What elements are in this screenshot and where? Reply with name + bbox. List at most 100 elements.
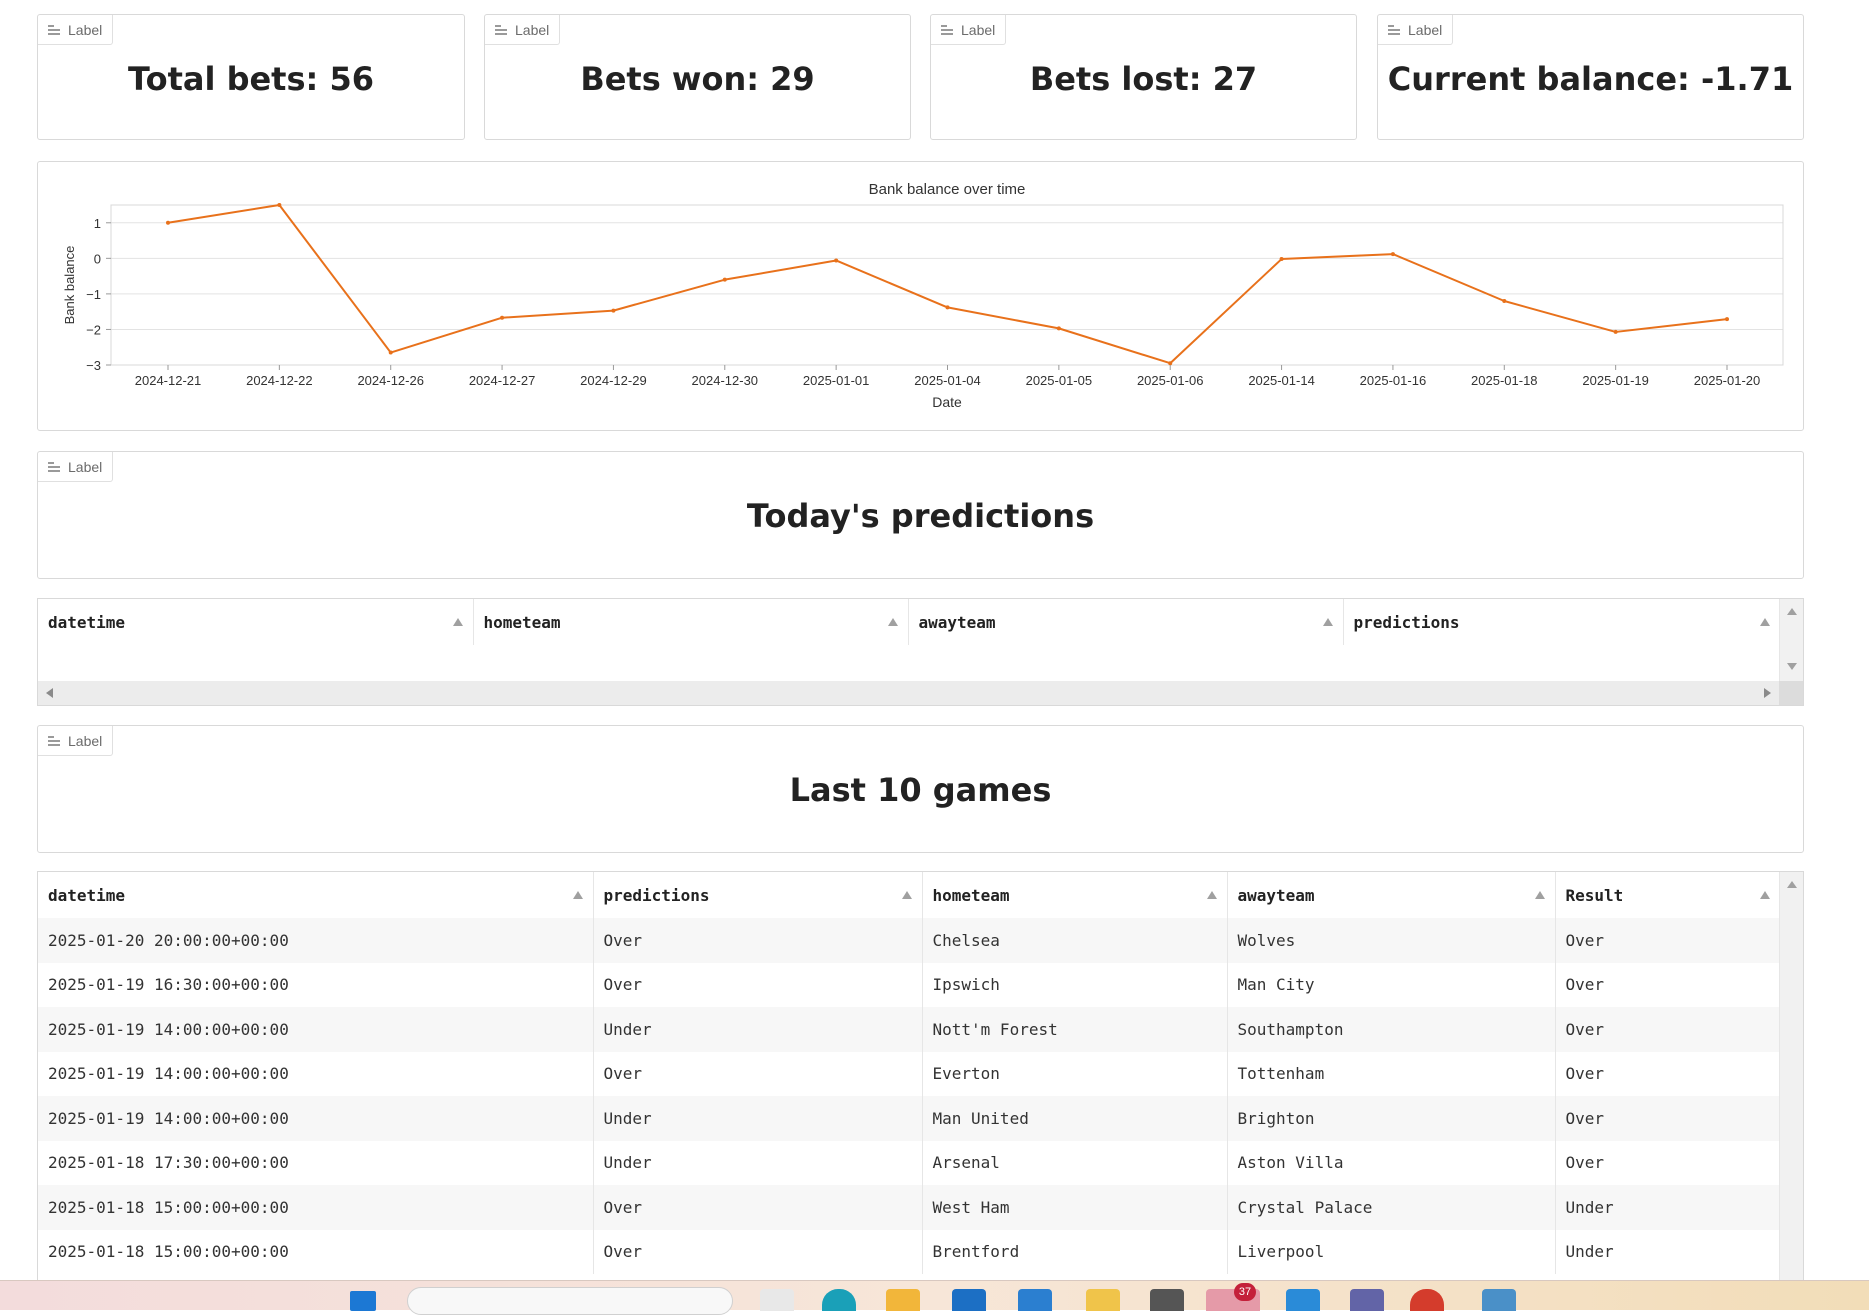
table-row[interactable]: 2025-01-19 16:30:00+00:00 Over Ipswich Man … — [38, 962, 1780, 1007]
y-tick-label: −1 — [86, 287, 101, 302]
table-row[interactable]: 2025-01-18 15:00:00+00:00 Over West Ham Cry… — [38, 1185, 1780, 1230]
taskview-icon[interactable] — [760, 1289, 794, 1311]
table-cell: Under — [1565, 1197, 1614, 1217]
sort-arrow-icon[interactable] — [572, 891, 583, 899]
start-button-icon[interactable] — [350, 1291, 376, 1311]
table-cell: Over — [1565, 1108, 1605, 1128]
column-header-hometeam[interactable]: hometeam — [922, 872, 1228, 918]
store-icon[interactable] — [952, 1289, 986, 1311]
last-10-games-table[interactable]: datetime predictions hometeam awayteam Resul… — [37, 871, 1804, 1280]
chrome-icon[interactable] — [1410, 1289, 1444, 1311]
sort-arrow-icon[interactable] — [1206, 891, 1217, 899]
table-cell: Man City — [1227, 962, 1556, 1007]
column-header-awayteam[interactable]: awayteam — [908, 599, 1344, 645]
column-header-datetime[interactable]: datetime — [38, 599, 474, 645]
table-row[interactable]: 2025-01-18 17:30:00+00:00 Under Arsenal Ast… — [38, 1140, 1780, 1185]
balance-data-point — [722, 277, 727, 282]
horizontal-scrollbar[interactable] — [38, 681, 1779, 705]
todays-predictions-table[interactable]: datetime hometeam awayteam predictions — [37, 598, 1804, 706]
balance-data-point — [166, 220, 170, 225]
table-cell: Arsenal — [922, 1140, 1228, 1185]
label-icon — [495, 24, 507, 36]
vertical-scrollbar[interactable] — [1779, 599, 1803, 681]
vscode-icon[interactable] — [1286, 1289, 1320, 1311]
table-header-row: datetime hometeam awayteam predictions — [38, 599, 1780, 645]
teams-icon[interactable] — [1350, 1289, 1384, 1311]
scroll-right-arrow-icon[interactable] — [1764, 688, 1771, 698]
sort-arrow-icon[interactable] — [901, 891, 912, 899]
balance-data-point — [1725, 317, 1729, 322]
table-cell: 2025-01-18 15:00:00+00:00 — [38, 1229, 594, 1274]
balance-data-point — [1279, 257, 1284, 262]
sort-arrow-icon[interactable] — [1760, 618, 1770, 626]
table-row[interactable]: 2025-01-18 15:00:00+00:00 Over Brentford Li… — [38, 1229, 1780, 1274]
table-row[interactable]: 2025-01-19 14:00:00+00:00 Under Nott'm For… — [38, 1007, 1780, 1052]
column-header-result[interactable]: Result — [1555, 872, 1780, 918]
y-axis-label: Bank balance — [62, 246, 77, 325]
table-cell: Under — [1565, 1242, 1614, 1262]
scroll-up-arrow-icon[interactable] — [1787, 608, 1797, 615]
column-header-hometeam[interactable]: hometeam — [473, 599, 909, 645]
vertical-scrollbar[interactable] — [1779, 872, 1803, 1280]
stat-card-current-balance: Label Current balance: -1.71 — [1377, 14, 1804, 140]
calculator-icon[interactable] — [1482, 1289, 1516, 1311]
scrollbar-corner — [1779, 681, 1803, 705]
table-row[interactable]: 2025-01-20 20:00:00+00:00 Over Chelsea Wolv… — [38, 918, 1780, 963]
sort-arrow-icon[interactable] — [1534, 891, 1545, 899]
edge-browser-icon[interactable] — [822, 1289, 856, 1311]
folder-icon[interactable] — [1086, 1289, 1120, 1311]
label-tag: Label — [485, 15, 561, 45]
label-tag-text: Label — [515, 21, 550, 38]
balance-data-point — [277, 203, 282, 207]
sort-arrow-icon[interactable] — [887, 618, 898, 626]
column-header-label: Result — [1565, 885, 1624, 905]
scroll-left-arrow-icon[interactable] — [46, 688, 53, 698]
balance-data-point — [1390, 252, 1395, 257]
table-cell: Southampton — [1227, 1007, 1556, 1052]
label-icon — [48, 735, 60, 747]
table-row[interactable]: 2025-01-19 14:00:00+00:00 Over Everton Tott… — [38, 1051, 1780, 1096]
table-cell: Over — [1565, 1153, 1605, 1173]
sort-arrow-icon[interactable] — [1322, 618, 1333, 626]
label-icon — [48, 24, 60, 36]
table-cell: 2025-01-20 20:00:00+00:00 — [38, 918, 594, 963]
column-header-predictions[interactable]: predictions — [593, 872, 923, 918]
table-cell: Tottenham — [1227, 1051, 1556, 1096]
table-row[interactable]: 2025-01-19 14:00:00+00:00 Under Man United… — [38, 1096, 1780, 1141]
table-cell: Man United — [922, 1096, 1228, 1141]
scroll-up-arrow-icon[interactable] — [1787, 881, 1797, 888]
table-cell: Over — [1565, 930, 1605, 950]
column-header-label: datetime — [48, 885, 126, 905]
label-tag-text: Label — [1408, 21, 1443, 38]
column-header-datetime[interactable]: datetime — [38, 872, 594, 918]
x-tick-label: 2025-01-20 — [1694, 373, 1761, 388]
todays-predictions-card: Label Today's predictions — [37, 451, 1804, 579]
table-cell: 2025-01-19 14:00:00+00:00 — [38, 1051, 594, 1096]
column-header-predictions[interactable]: predictions — [1343, 599, 1780, 645]
label-icon — [1388, 24, 1400, 36]
sort-arrow-icon[interactable] — [1760, 891, 1770, 899]
scroll-down-arrow-icon[interactable] — [1787, 663, 1797, 670]
table-cell: Over — [1565, 1019, 1605, 1039]
terminal-icon[interactable] — [1150, 1289, 1184, 1311]
balance-data-point — [834, 258, 839, 263]
stat-card-bets-lost: Label Bets lost: 27 — [930, 14, 1357, 140]
table-cell: Over — [593, 918, 923, 963]
table-cell: Over — [1565, 975, 1605, 995]
table-cell: Under — [593, 1140, 923, 1185]
label-tag: Label — [38, 15, 114, 45]
x-tick-label: 2025-01-16 — [1360, 373, 1427, 388]
chart-title: Bank balance over time — [869, 181, 1026, 198]
x-tick-label: 2024-12-26 — [357, 373, 424, 388]
todays-predictions-title: Today's predictions — [746, 497, 1095, 535]
bank-balance-chart-card: Bank balance over time 1 0 −1 −2 −3 2024-12-… — [37, 161, 1804, 431]
mail-icon[interactable] — [1018, 1289, 1052, 1311]
taskbar: 37 — [0, 1280, 1869, 1315]
sort-arrow-icon[interactable] — [452, 618, 463, 626]
column-header-awayteam[interactable]: awayteam — [1227, 872, 1556, 918]
taskbar-search-box[interactable] — [407, 1287, 733, 1315]
file-explorer-icon[interactable] — [886, 1289, 920, 1311]
balance-data-point — [1613, 329, 1618, 334]
label-icon — [941, 24, 953, 36]
column-header-label: awayteam — [918, 612, 996, 632]
